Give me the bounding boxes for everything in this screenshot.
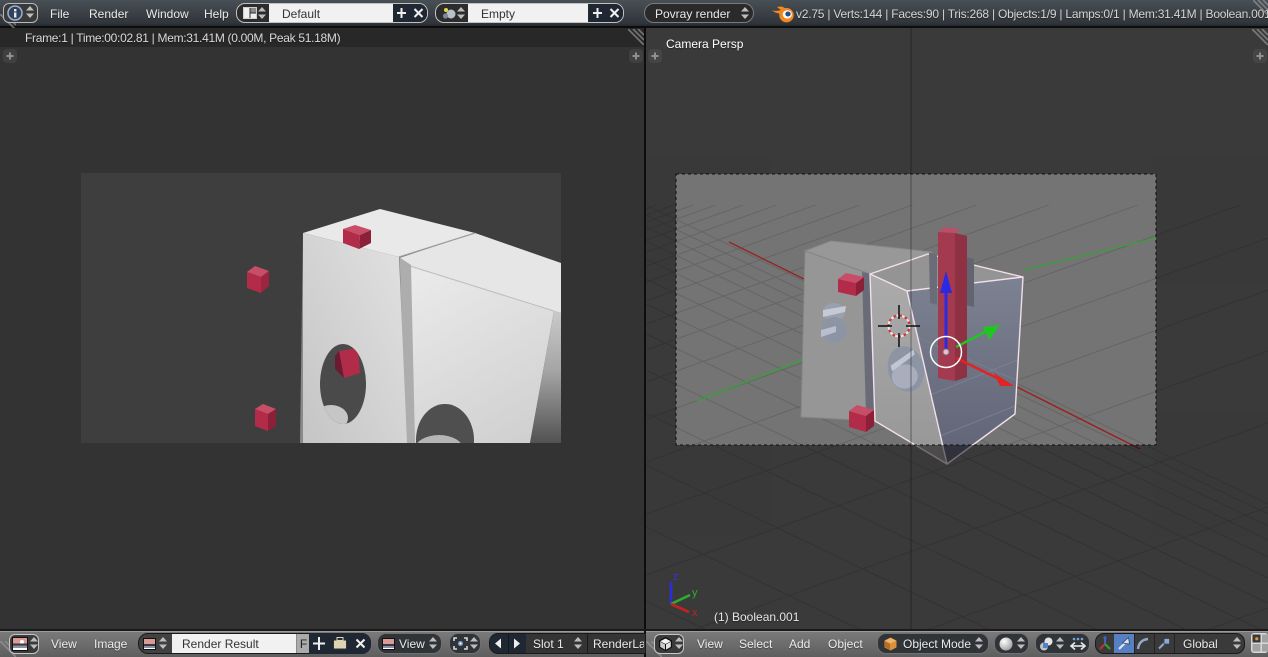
svg-text:y: y (692, 587, 698, 599)
svg-text:x: x (692, 607, 698, 619)
svg-text:z: z (673, 571, 679, 583)
